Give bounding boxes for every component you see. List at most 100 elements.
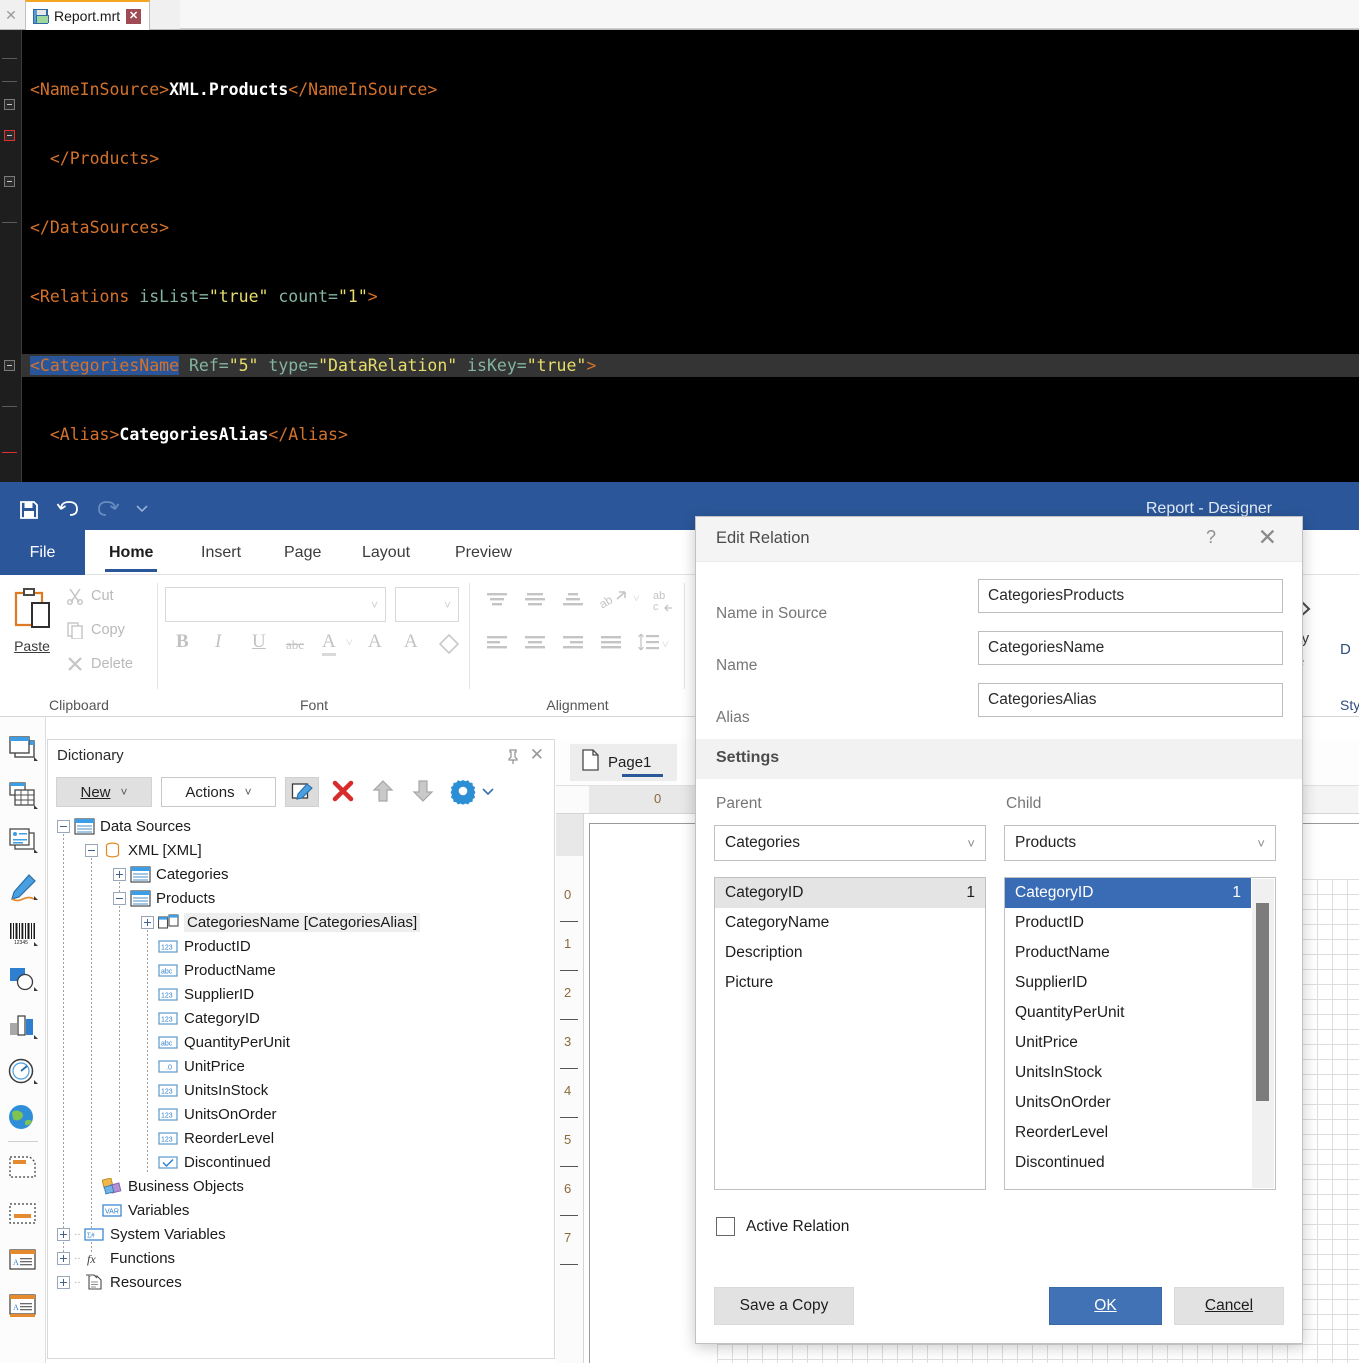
close-icon[interactable]: ✕ bbox=[530, 745, 544, 765]
delete-button[interactable]: Delete bbox=[66, 655, 133, 673]
tree-node-data-sources[interactable]: Data Sources bbox=[48, 814, 554, 838]
actions-button[interactable]: Actions ˅ bbox=[161, 777, 276, 807]
tree-node-categories[interactable]: Categories bbox=[48, 862, 554, 886]
tab-page[interactable]: Page bbox=[272, 530, 333, 575]
dialog-title-bar[interactable]: Edit Relation ? ✕ bbox=[696, 517, 1302, 562]
save-a-copy-button[interactable]: Save a Copy bbox=[714, 1287, 854, 1325]
clear-formatting-icon[interactable] bbox=[438, 633, 460, 660]
gauge-icon[interactable] bbox=[7, 1057, 39, 1089]
gear-icon[interactable] bbox=[448, 776, 480, 808]
align-top-button[interactable] bbox=[484, 589, 510, 618]
new-button[interactable]: New ˅ bbox=[56, 777, 152, 807]
tree-node-unitsonorder[interactable]: 123 UnitsOnOrder bbox=[48, 1102, 554, 1126]
tree-node-reorderlevel[interactable]: 123 ReorderLevel bbox=[48, 1126, 554, 1150]
list-item[interactable]: UnitsOnOrder bbox=[1005, 1088, 1275, 1118]
copy-button[interactable]: Copy bbox=[66, 621, 125, 639]
tree-node-functions[interactable]: ·· fx Functions bbox=[48, 1246, 554, 1270]
italic-button[interactable]: I bbox=[215, 631, 221, 653]
fold-toggle-icon[interactable] bbox=[4, 176, 15, 187]
tree-node-business-objects[interactable]: Business Objects bbox=[48, 1174, 554, 1198]
tree-node-unitsinstock[interactable]: 123 UnitsInStock bbox=[48, 1078, 554, 1102]
undo-icon[interactable] bbox=[56, 498, 82, 522]
tab-preview[interactable]: Preview bbox=[443, 530, 524, 575]
panel-icon[interactable] bbox=[7, 735, 39, 767]
underline-button[interactable]: U bbox=[252, 631, 266, 653]
align-bottom-button[interactable] bbox=[560, 589, 586, 618]
name-input[interactable]: CategoriesName bbox=[978, 631, 1283, 665]
tree-node-xml[interactable]: XML [XML] bbox=[48, 838, 554, 862]
align-left-button[interactable] bbox=[484, 633, 510, 660]
chevron-down-icon[interactable]: ˅ bbox=[662, 637, 669, 652]
chart-icon[interactable] bbox=[7, 1011, 39, 1043]
xml-current-line[interactable]: <CategoriesName Ref="5" type="DataRelati… bbox=[22, 354, 1359, 377]
tab-home[interactable]: Home bbox=[97, 530, 165, 575]
close-icon[interactable]: ✕ bbox=[126, 8, 142, 24]
tab-file[interactable]: File bbox=[0, 530, 85, 575]
ok-button[interactable]: OK bbox=[1049, 1287, 1162, 1325]
fold-toggle-icon[interactable] bbox=[4, 99, 15, 110]
barcode-icon[interactable]: 12345 bbox=[7, 919, 39, 951]
tab-layout[interactable]: Layout bbox=[350, 530, 422, 575]
delete-x-icon[interactable] bbox=[328, 776, 360, 808]
expander-icon[interactable] bbox=[113, 891, 126, 905]
child-columns-list[interactable]: CategoryID 1 ProductID ProductName Suppl… bbox=[1004, 877, 1276, 1190]
fold-toggle-icon[interactable] bbox=[4, 360, 15, 371]
data-band-icon[interactable]: A bbox=[7, 1245, 39, 1277]
tree-node-productid[interactable]: 123 ProductID bbox=[48, 934, 554, 958]
close-icon[interactable]: ✕ bbox=[1258, 524, 1277, 551]
tree-node-discontinued[interactable]: Discontinued bbox=[48, 1150, 554, 1174]
shrink-font-button[interactable]: A bbox=[404, 631, 418, 653]
expander-icon[interactable] bbox=[57, 1227, 70, 1241]
line-spacing-button[interactable] bbox=[636, 630, 662, 661]
align-justify-button[interactable] bbox=[598, 633, 624, 660]
vertical-ruler[interactable]: 0 1 2 3 4 5 6 7 bbox=[556, 814, 584, 1363]
shape-icon[interactable] bbox=[7, 965, 39, 997]
tree-node-system-variables[interactable]: ·· Σ# System Variables bbox=[48, 1222, 554, 1246]
text-direction-button[interactable]: ab bbox=[596, 587, 630, 618]
cancel-button[interactable]: Cancel bbox=[1174, 1287, 1284, 1325]
list-item[interactable]: Discontinued bbox=[1005, 1148, 1275, 1178]
help-question-icon[interactable]: ? bbox=[1206, 527, 1216, 548]
chevron-down-icon[interactable] bbox=[480, 776, 496, 808]
list-item[interactable]: SupplierID bbox=[1005, 968, 1275, 998]
list-item[interactable]: ProductName bbox=[1005, 938, 1275, 968]
card-icon[interactable] bbox=[7, 827, 39, 859]
editor-tab-report-mrt[interactable]: Report.mrt ✕ bbox=[25, 0, 151, 30]
alias-input[interactable]: CategoriesAlias bbox=[978, 683, 1283, 717]
list-item[interactable]: ReorderLevel bbox=[1005, 1118, 1275, 1148]
save-icon[interactable] bbox=[17, 498, 43, 522]
expander-icon[interactable] bbox=[85, 843, 98, 857]
bold-button[interactable]: B bbox=[176, 631, 189, 653]
expander-icon[interactable] bbox=[141, 915, 154, 929]
tree-node-supplierid[interactable]: 123 SupplierID bbox=[48, 982, 554, 1006]
grow-font-button[interactable]: A bbox=[368, 631, 382, 653]
expander-icon[interactable] bbox=[113, 867, 126, 881]
panel-close-icon[interactable]: ✕ bbox=[2, 6, 20, 24]
chevron-down-icon[interactable]: ˅ bbox=[633, 591, 640, 606]
list-item[interactable]: ProductID bbox=[1005, 908, 1275, 938]
expander-icon[interactable] bbox=[57, 1275, 70, 1289]
chevron-down-icon[interactable]: ˅ bbox=[346, 635, 353, 650]
list-item[interactable]: Description bbox=[715, 938, 985, 968]
list-item[interactable]: QuantityPerUnit bbox=[1005, 998, 1275, 1028]
xml-code-text[interactable]: <NameInSource>XML.Products</NameInSource… bbox=[22, 30, 1359, 482]
strikethrough-button[interactable]: abc bbox=[286, 637, 304, 653]
font-size-combo[interactable]: ˅ bbox=[395, 587, 459, 622]
child-select[interactable]: Products ˅ bbox=[1004, 825, 1276, 861]
align-middle-button[interactable] bbox=[522, 589, 548, 618]
align-center-button[interactable] bbox=[522, 633, 548, 660]
map-icon[interactable] bbox=[7, 1103, 39, 1135]
redo-icon[interactable] bbox=[94, 498, 120, 522]
tree-node-categoryid[interactable]: 123 CategoryID bbox=[48, 1006, 554, 1030]
font-family-combo[interactable]: ˅ bbox=[165, 587, 386, 622]
list-item[interactable]: Picture bbox=[715, 968, 985, 998]
checkbox-box[interactable] bbox=[716, 1217, 735, 1236]
tree-node-resources[interactable]: ·· Resources bbox=[48, 1270, 554, 1294]
font-color-button[interactable]: A bbox=[322, 631, 336, 656]
arrow-down-icon[interactable] bbox=[408, 776, 440, 808]
expander-icon[interactable] bbox=[57, 1251, 70, 1265]
parent-columns-list[interactable]: CategoryID 1 CategoryName Description Pi… bbox=[714, 877, 986, 1190]
editor-fold-gutter[interactable] bbox=[0, 30, 22, 482]
arrow-up-icon[interactable] bbox=[368, 776, 400, 808]
footer-band-icon[interactable] bbox=[7, 1199, 39, 1231]
